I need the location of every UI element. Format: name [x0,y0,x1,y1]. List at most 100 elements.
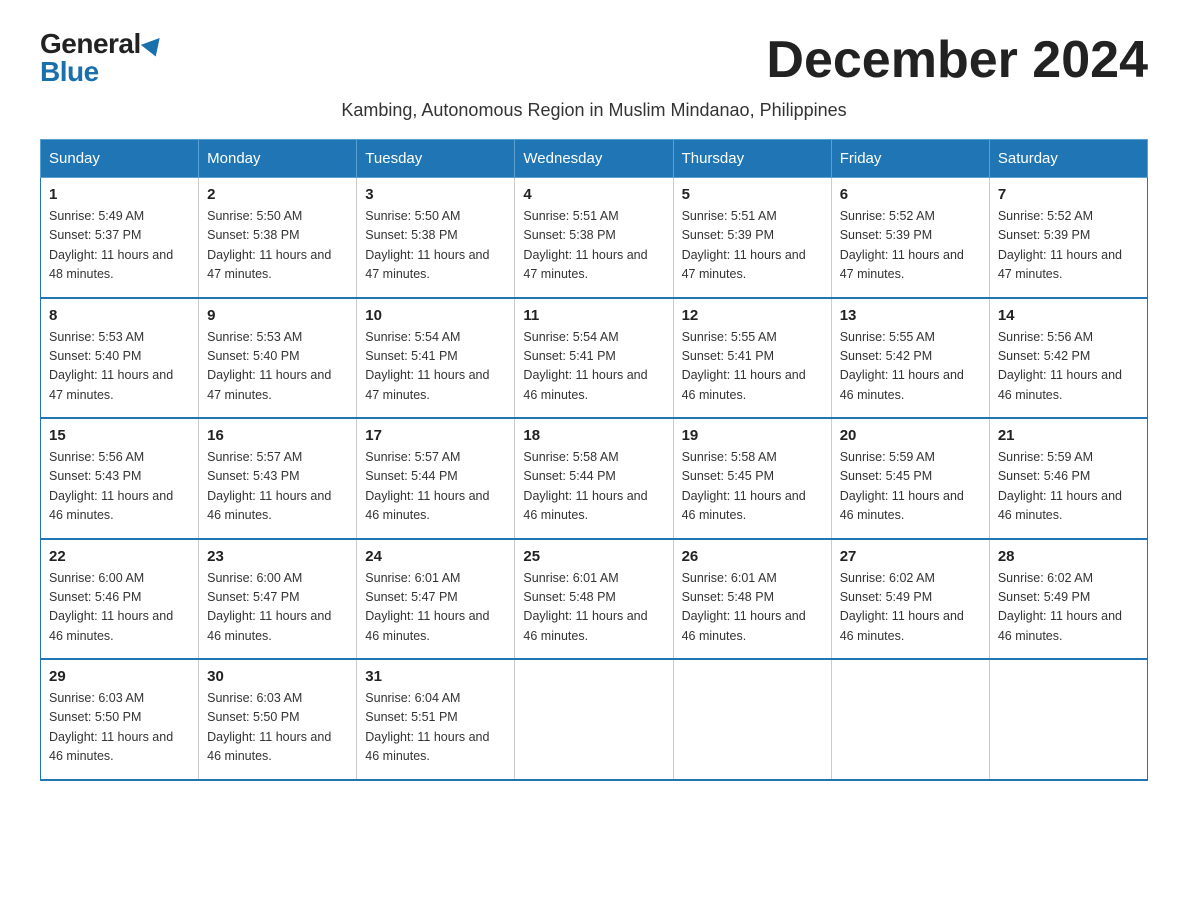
day-info: Sunrise: 6:03 AM Sunset: 5:50 PM Dayligh… [49,689,190,767]
calendar-cell: 2 Sunrise: 5:50 AM Sunset: 5:38 PM Dayli… [199,178,357,298]
day-number: 28 [998,548,1139,565]
day-number: 5 [682,186,823,203]
day-info: Sunrise: 6:04 AM Sunset: 5:51 PM Dayligh… [365,689,506,767]
calendar-week-5: 29 Sunrise: 6:03 AM Sunset: 5:50 PM Dayl… [41,659,1148,780]
days-header-row: SundayMondayTuesdayWednesdayThursdayFrid… [41,140,1148,178]
day-info: Sunrise: 5:56 AM Sunset: 5:42 PM Dayligh… [998,328,1139,406]
day-number: 15 [49,427,190,444]
calendar-cell [673,659,831,780]
calendar-cell: 27 Sunrise: 6:02 AM Sunset: 5:49 PM Dayl… [831,539,989,660]
calendar-cell: 20 Sunrise: 5:59 AM Sunset: 5:45 PM Dayl… [831,418,989,539]
calendar-cell: 21 Sunrise: 5:59 AM Sunset: 5:46 PM Dayl… [989,418,1147,539]
day-header-thursday: Thursday [673,140,831,178]
calendar-cell: 25 Sunrise: 6:01 AM Sunset: 5:48 PM Dayl… [515,539,673,660]
day-info: Sunrise: 5:50 AM Sunset: 5:38 PM Dayligh… [207,207,348,285]
day-header-wednesday: Wednesday [515,140,673,178]
day-number: 18 [523,427,664,444]
subtitle: Kambing, Autonomous Region in Muslim Min… [40,100,1148,121]
day-number: 4 [523,186,664,203]
day-number: 20 [840,427,981,444]
month-title: December 2024 [766,30,1148,90]
day-number: 3 [365,186,506,203]
day-number: 19 [682,427,823,444]
calendar-cell: 4 Sunrise: 5:51 AM Sunset: 5:38 PM Dayli… [515,178,673,298]
day-info: Sunrise: 6:02 AM Sunset: 5:49 PM Dayligh… [840,569,981,647]
day-number: 12 [682,307,823,324]
day-number: 31 [365,668,506,685]
day-info: Sunrise: 5:54 AM Sunset: 5:41 PM Dayligh… [523,328,664,406]
day-info: Sunrise: 5:56 AM Sunset: 5:43 PM Dayligh… [49,448,190,526]
day-info: Sunrise: 6:01 AM Sunset: 5:47 PM Dayligh… [365,569,506,647]
calendar-cell: 31 Sunrise: 6:04 AM Sunset: 5:51 PM Dayl… [357,659,515,780]
day-info: Sunrise: 5:50 AM Sunset: 5:38 PM Dayligh… [365,207,506,285]
day-info: Sunrise: 6:00 AM Sunset: 5:47 PM Dayligh… [207,569,348,647]
calendar-cell: 7 Sunrise: 5:52 AM Sunset: 5:39 PM Dayli… [989,178,1147,298]
calendar-cell: 11 Sunrise: 5:54 AM Sunset: 5:41 PM Dayl… [515,298,673,419]
day-number: 17 [365,427,506,444]
day-info: Sunrise: 5:52 AM Sunset: 5:39 PM Dayligh… [840,207,981,285]
calendar-table: SundayMondayTuesdayWednesdayThursdayFrid… [40,139,1148,781]
logo-blue-text: Blue [40,58,99,86]
day-info: Sunrise: 6:03 AM Sunset: 5:50 PM Dayligh… [207,689,348,767]
calendar-cell: 13 Sunrise: 5:55 AM Sunset: 5:42 PM Dayl… [831,298,989,419]
calendar-cell: 16 Sunrise: 5:57 AM Sunset: 5:43 PM Dayl… [199,418,357,539]
day-number: 23 [207,548,348,565]
day-info: Sunrise: 5:51 AM Sunset: 5:38 PM Dayligh… [523,207,664,285]
day-info: Sunrise: 6:02 AM Sunset: 5:49 PM Dayligh… [998,569,1139,647]
day-info: Sunrise: 6:00 AM Sunset: 5:46 PM Dayligh… [49,569,190,647]
calendar-cell: 18 Sunrise: 5:58 AM Sunset: 5:44 PM Dayl… [515,418,673,539]
calendar-week-1: 1 Sunrise: 5:49 AM Sunset: 5:37 PM Dayli… [41,178,1148,298]
calendar-cell: 19 Sunrise: 5:58 AM Sunset: 5:45 PM Dayl… [673,418,831,539]
calendar-cell: 22 Sunrise: 6:00 AM Sunset: 5:46 PM Dayl… [41,539,199,660]
calendar-week-2: 8 Sunrise: 5:53 AM Sunset: 5:40 PM Dayli… [41,298,1148,419]
day-number: 22 [49,548,190,565]
calendar-cell: 29 Sunrise: 6:03 AM Sunset: 5:50 PM Dayl… [41,659,199,780]
day-number: 29 [49,668,190,685]
day-info: Sunrise: 5:57 AM Sunset: 5:43 PM Dayligh… [207,448,348,526]
logo-triangle-icon [141,38,165,60]
calendar-cell: 5 Sunrise: 5:51 AM Sunset: 5:39 PM Dayli… [673,178,831,298]
day-number: 13 [840,307,981,324]
day-info: Sunrise: 5:49 AM Sunset: 5:37 PM Dayligh… [49,207,190,285]
calendar-cell: 26 Sunrise: 6:01 AM Sunset: 5:48 PM Dayl… [673,539,831,660]
calendar-cell: 23 Sunrise: 6:00 AM Sunset: 5:47 PM Dayl… [199,539,357,660]
day-info: Sunrise: 5:51 AM Sunset: 5:39 PM Dayligh… [682,207,823,285]
day-info: Sunrise: 6:01 AM Sunset: 5:48 PM Dayligh… [682,569,823,647]
day-number: 16 [207,427,348,444]
calendar-cell: 3 Sunrise: 5:50 AM Sunset: 5:38 PM Dayli… [357,178,515,298]
calendar-cell: 1 Sunrise: 5:49 AM Sunset: 5:37 PM Dayli… [41,178,199,298]
day-header-friday: Friday [831,140,989,178]
logo-general-text: General [40,28,141,59]
calendar-cell: 8 Sunrise: 5:53 AM Sunset: 5:40 PM Dayli… [41,298,199,419]
day-info: Sunrise: 5:58 AM Sunset: 5:44 PM Dayligh… [523,448,664,526]
day-info: Sunrise: 5:53 AM Sunset: 5:40 PM Dayligh… [49,328,190,406]
calendar-cell: 17 Sunrise: 5:57 AM Sunset: 5:44 PM Dayl… [357,418,515,539]
day-header-sunday: Sunday [41,140,199,178]
calendar-cell: 10 Sunrise: 5:54 AM Sunset: 5:41 PM Dayl… [357,298,515,419]
calendar-week-3: 15 Sunrise: 5:56 AM Sunset: 5:43 PM Dayl… [41,418,1148,539]
page-header: General Blue December 2024 [40,30,1148,90]
calendar-week-4: 22 Sunrise: 6:00 AM Sunset: 5:46 PM Dayl… [41,539,1148,660]
day-info: Sunrise: 5:59 AM Sunset: 5:46 PM Dayligh… [998,448,1139,526]
calendar-cell: 15 Sunrise: 5:56 AM Sunset: 5:43 PM Dayl… [41,418,199,539]
day-info: Sunrise: 5:55 AM Sunset: 5:42 PM Dayligh… [840,328,981,406]
day-info: Sunrise: 5:59 AM Sunset: 5:45 PM Dayligh… [840,448,981,526]
day-info: Sunrise: 5:54 AM Sunset: 5:41 PM Dayligh… [365,328,506,406]
logo: General Blue [40,30,163,86]
day-number: 2 [207,186,348,203]
day-header-saturday: Saturday [989,140,1147,178]
day-number: 9 [207,307,348,324]
day-header-tuesday: Tuesday [357,140,515,178]
day-number: 10 [365,307,506,324]
day-number: 8 [49,307,190,324]
calendar-cell: 30 Sunrise: 6:03 AM Sunset: 5:50 PM Dayl… [199,659,357,780]
day-number: 21 [998,427,1139,444]
day-number: 30 [207,668,348,685]
day-info: Sunrise: 5:58 AM Sunset: 5:45 PM Dayligh… [682,448,823,526]
calendar-cell: 9 Sunrise: 5:53 AM Sunset: 5:40 PM Dayli… [199,298,357,419]
calendar-cell [515,659,673,780]
day-number: 14 [998,307,1139,324]
day-info: Sunrise: 6:01 AM Sunset: 5:48 PM Dayligh… [523,569,664,647]
day-number: 26 [682,548,823,565]
day-info: Sunrise: 5:52 AM Sunset: 5:39 PM Dayligh… [998,207,1139,285]
